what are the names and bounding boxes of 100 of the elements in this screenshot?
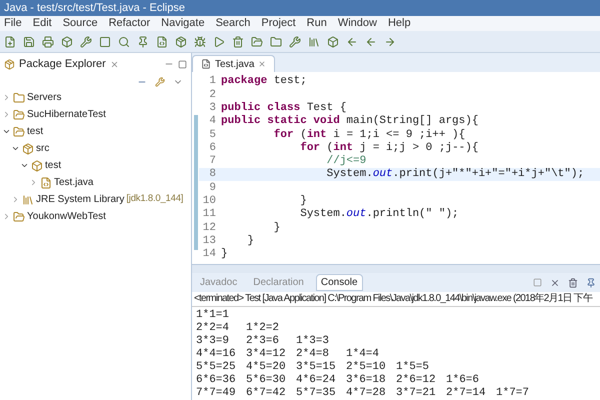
console-output: 5*7=35 bbox=[296, 386, 337, 400]
tree-item[interactable]: Test.java bbox=[54, 175, 94, 190]
toolbar-icon[interactable] bbox=[251, 36, 263, 48]
toolbar-icon[interactable] bbox=[289, 36, 301, 48]
line-number: 1 bbox=[208, 74, 217, 90]
console-output: 4*5=20 bbox=[246, 360, 287, 374]
line-number: 4 bbox=[208, 114, 217, 130]
menu-item[interactable]: Help bbox=[388, 15, 411, 32]
project-icon bbox=[13, 210, 25, 222]
tree-item[interactable]: SucHibernateTest bbox=[27, 107, 106, 122]
toolbar-icon[interactable] bbox=[61, 36, 73, 48]
twistie-icon[interactable] bbox=[2, 127, 11, 136]
tree-item[interactable]: Servers bbox=[27, 90, 62, 105]
line-number: 7 bbox=[208, 154, 217, 168]
toolbar-icon[interactable] bbox=[346, 36, 358, 48]
tree-item[interactable]: src bbox=[36, 141, 50, 156]
tree-item[interactable]: test bbox=[45, 158, 62, 173]
console-output: 1*3=3 bbox=[296, 334, 330, 348]
console-output: 3*3=9 bbox=[196, 334, 230, 348]
toolbar-icon[interactable] bbox=[308, 36, 320, 48]
console-output: 3*6=18 bbox=[346, 373, 387, 387]
console-output: 1*5=5 bbox=[396, 360, 430, 374]
console-output: 1*7=7 bbox=[496, 386, 530, 400]
line-number: 12 bbox=[202, 220, 217, 236]
project-icon bbox=[13, 126, 25, 138]
package-explorer-icon bbox=[4, 58, 15, 70]
menu-item[interactable]: Refactor bbox=[108, 15, 150, 32]
code-line: public static void main(String[] args){ bbox=[221, 114, 478, 128]
toolbar-icon[interactable] bbox=[327, 36, 339, 48]
toolbar-icon[interactable] bbox=[175, 36, 187, 48]
toolbar-icon[interactable] bbox=[365, 36, 377, 48]
close-icon[interactable] bbox=[258, 60, 266, 68]
code-line: for (int j = i;j > 0 ;j--){ bbox=[299, 140, 478, 155]
toolbar-icon[interactable] bbox=[42, 36, 54, 48]
code-line: } bbox=[299, 194, 307, 208]
maximize-icon[interactable] bbox=[178, 60, 187, 68]
java-file-icon bbox=[201, 59, 211, 69]
toolbar-icon[interactable] bbox=[80, 36, 92, 48]
library-icon bbox=[22, 194, 34, 206]
tree-item[interactable]: test bbox=[27, 124, 44, 139]
menu-item[interactable]: Run bbox=[306, 15, 327, 32]
console-output: 1*2=2 bbox=[246, 321, 280, 335]
tree-item[interactable]: YoukonwWebTest bbox=[27, 209, 106, 224]
pin-icon[interactable] bbox=[586, 278, 596, 288]
view-tab[interactable]: Package Explorer bbox=[19, 56, 106, 72]
clear-icon[interactable] bbox=[568, 278, 578, 288]
console-output: 2*6=12 bbox=[396, 373, 437, 387]
menu-item[interactable]: Window bbox=[338, 15, 377, 32]
tree-item-decoration: [jdk1.8.0_144] bbox=[126, 192, 184, 206]
line-number: 14 bbox=[202, 247, 217, 262]
menu-item[interactable]: Navigate bbox=[161, 15, 205, 32]
console-output: 2*3=6 bbox=[246, 334, 280, 348]
line-number: 11 bbox=[202, 207, 217, 222]
console-output: 2*4=8 bbox=[296, 347, 330, 361]
menu-item[interactable]: Search bbox=[216, 15, 250, 32]
twistie-icon[interactable] bbox=[20, 161, 29, 170]
view-tab[interactable]: Console bbox=[316, 274, 363, 291]
menu-item[interactable]: File bbox=[4, 15, 22, 32]
console-output: 6*6=36 bbox=[196, 373, 237, 387]
toolbar-icon[interactable] bbox=[213, 36, 225, 48]
code-line: System.out.print(j+"*"+i+"="+i*j+"\t"); bbox=[326, 167, 584, 182]
close-icon[interactable] bbox=[110, 60, 119, 68]
tree-item[interactable]: JRE System Library bbox=[36, 192, 124, 207]
code-line: System.out.println(" "); bbox=[299, 207, 459, 222]
toolbar-icon[interactable] bbox=[118, 36, 130, 48]
editor-tab[interactable]: Test.java bbox=[192, 55, 276, 72]
toolbar-icon[interactable] bbox=[137, 36, 149, 48]
console-output: 5*6=30 bbox=[246, 373, 287, 387]
toolbar-icon[interactable] bbox=[23, 36, 35, 48]
console-output: 5*5=25 bbox=[196, 360, 237, 374]
line-number: 2 bbox=[208, 88, 217, 102]
window-title: Java - test/src/test/Test.java - Eclipse bbox=[4, 0, 185, 16]
console-output: 4*6=24 bbox=[296, 373, 337, 387]
project-icon bbox=[13, 108, 25, 120]
editor-tab-label: Test.java bbox=[215, 58, 254, 72]
line-number: 3 bbox=[208, 101, 217, 116]
twistie-icon[interactable] bbox=[11, 144, 20, 153]
java-icon bbox=[40, 176, 52, 188]
toolbar-icon[interactable] bbox=[4, 36, 16, 48]
console-output: 4*4=16 bbox=[196, 347, 237, 361]
line-number: 5 bbox=[208, 128, 217, 142]
toolbar-icon[interactable] bbox=[270, 36, 282, 48]
toolbar-icon[interactable] bbox=[232, 36, 244, 48]
console-output: 3*4=12 bbox=[246, 347, 287, 361]
console-header: <terminated> Test [Java Application] C:\Program Files\Java\jdk1.8.0_144\bin\javaw.exe (2018年2月1日 下午 bbox=[192, 292, 600, 307]
console-output: 1*4=4 bbox=[346, 347, 380, 361]
console-output: 3*7=21 bbox=[396, 386, 437, 400]
menu-item[interactable]: Source bbox=[62, 15, 98, 32]
code-line: } bbox=[246, 234, 254, 249]
package-icon bbox=[31, 160, 43, 172]
folder-icon bbox=[13, 92, 25, 104]
menu-item[interactable]: Project bbox=[261, 15, 296, 32]
toolbar-icon[interactable] bbox=[156, 36, 168, 48]
toolbar-icon[interactable] bbox=[384, 36, 396, 48]
console-output: 7*7=49 bbox=[196, 386, 237, 400]
console-output: 2*7=14 bbox=[446, 386, 487, 400]
code-line: } bbox=[272, 220, 280, 236]
toolbar-icon[interactable] bbox=[194, 36, 206, 48]
toolbar-icon[interactable] bbox=[99, 36, 111, 48]
menu-item[interactable]: Edit bbox=[32, 15, 52, 32]
